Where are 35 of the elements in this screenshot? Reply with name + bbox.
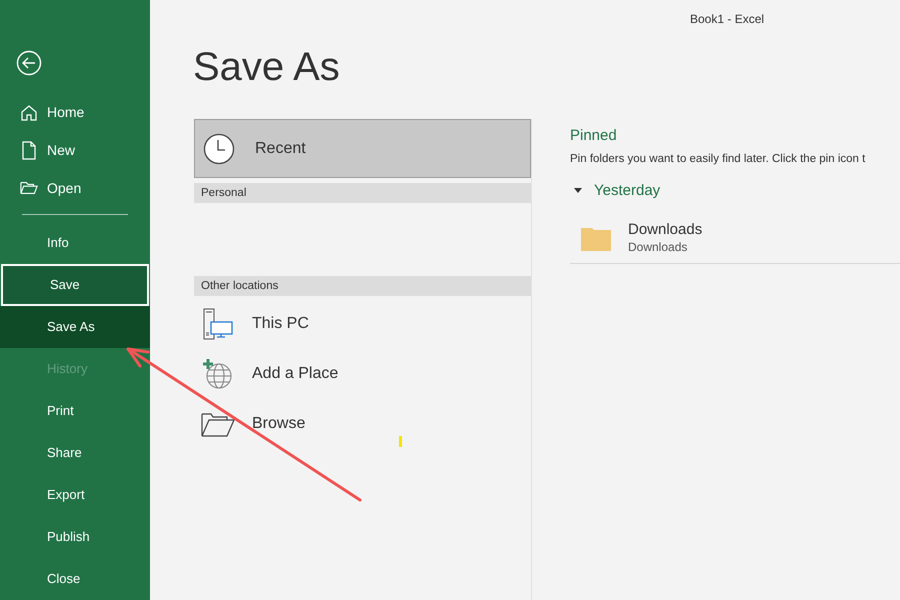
location-item[interactable]: Add a Place bbox=[194, 349, 531, 399]
hint-text: Pin folders you want to easily find later. Click the pin icon t bbox=[570, 152, 866, 166]
sidebar-item[interactable]: Open bbox=[0, 169, 150, 208]
folder-row[interactable]: Downloads Downloads bbox=[570, 212, 900, 264]
location-item[interactable]: Browse bbox=[194, 399, 531, 449]
back-button[interactable] bbox=[16, 50, 42, 76]
location-item[interactable]: This PC bbox=[194, 299, 531, 349]
folder-name: Downloads bbox=[628, 220, 702, 238]
computer-icon bbox=[202, 308, 234, 340]
sidebar-item[interactable]: Share bbox=[0, 432, 150, 474]
clock-icon bbox=[203, 132, 235, 164]
cursor-mark bbox=[399, 436, 402, 447]
sidebar-item[interactable]: Close bbox=[0, 558, 150, 600]
globe-add-icon bbox=[202, 358, 234, 390]
group-toggle[interactable]: Yesterday bbox=[570, 180, 900, 202]
home-icon bbox=[20, 104, 38, 122]
sidebar-item[interactable]: Save As bbox=[0, 306, 150, 348]
folder-icon bbox=[201, 411, 235, 437]
sidebar-item[interactable]: Export bbox=[0, 474, 150, 516]
sidebar-item[interactable]: New bbox=[0, 132, 150, 170]
sidebar-item[interactable]: Info bbox=[0, 222, 150, 264]
section-heading: Other locations bbox=[194, 276, 531, 296]
sidebar-item[interactable]: Save bbox=[1, 264, 149, 306]
window-title: Book1 - Excel bbox=[690, 11, 764, 28]
recent-button[interactable]: Recent bbox=[194, 119, 531, 178]
section-heading: Pinned bbox=[570, 126, 618, 146]
sidebar-item[interactable]: Print bbox=[0, 390, 150, 432]
sidebar-item[interactable]: Publish bbox=[0, 516, 150, 558]
document-icon bbox=[21, 141, 37, 160]
section-heading: Personal bbox=[194, 183, 531, 203]
caret-down-icon bbox=[574, 188, 582, 194]
folder-path: Downloads bbox=[628, 238, 688, 254]
page-title: Save As bbox=[193, 47, 340, 87]
sidebar-item[interactable]: Home bbox=[0, 94, 150, 132]
folder-icon bbox=[20, 180, 38, 196]
